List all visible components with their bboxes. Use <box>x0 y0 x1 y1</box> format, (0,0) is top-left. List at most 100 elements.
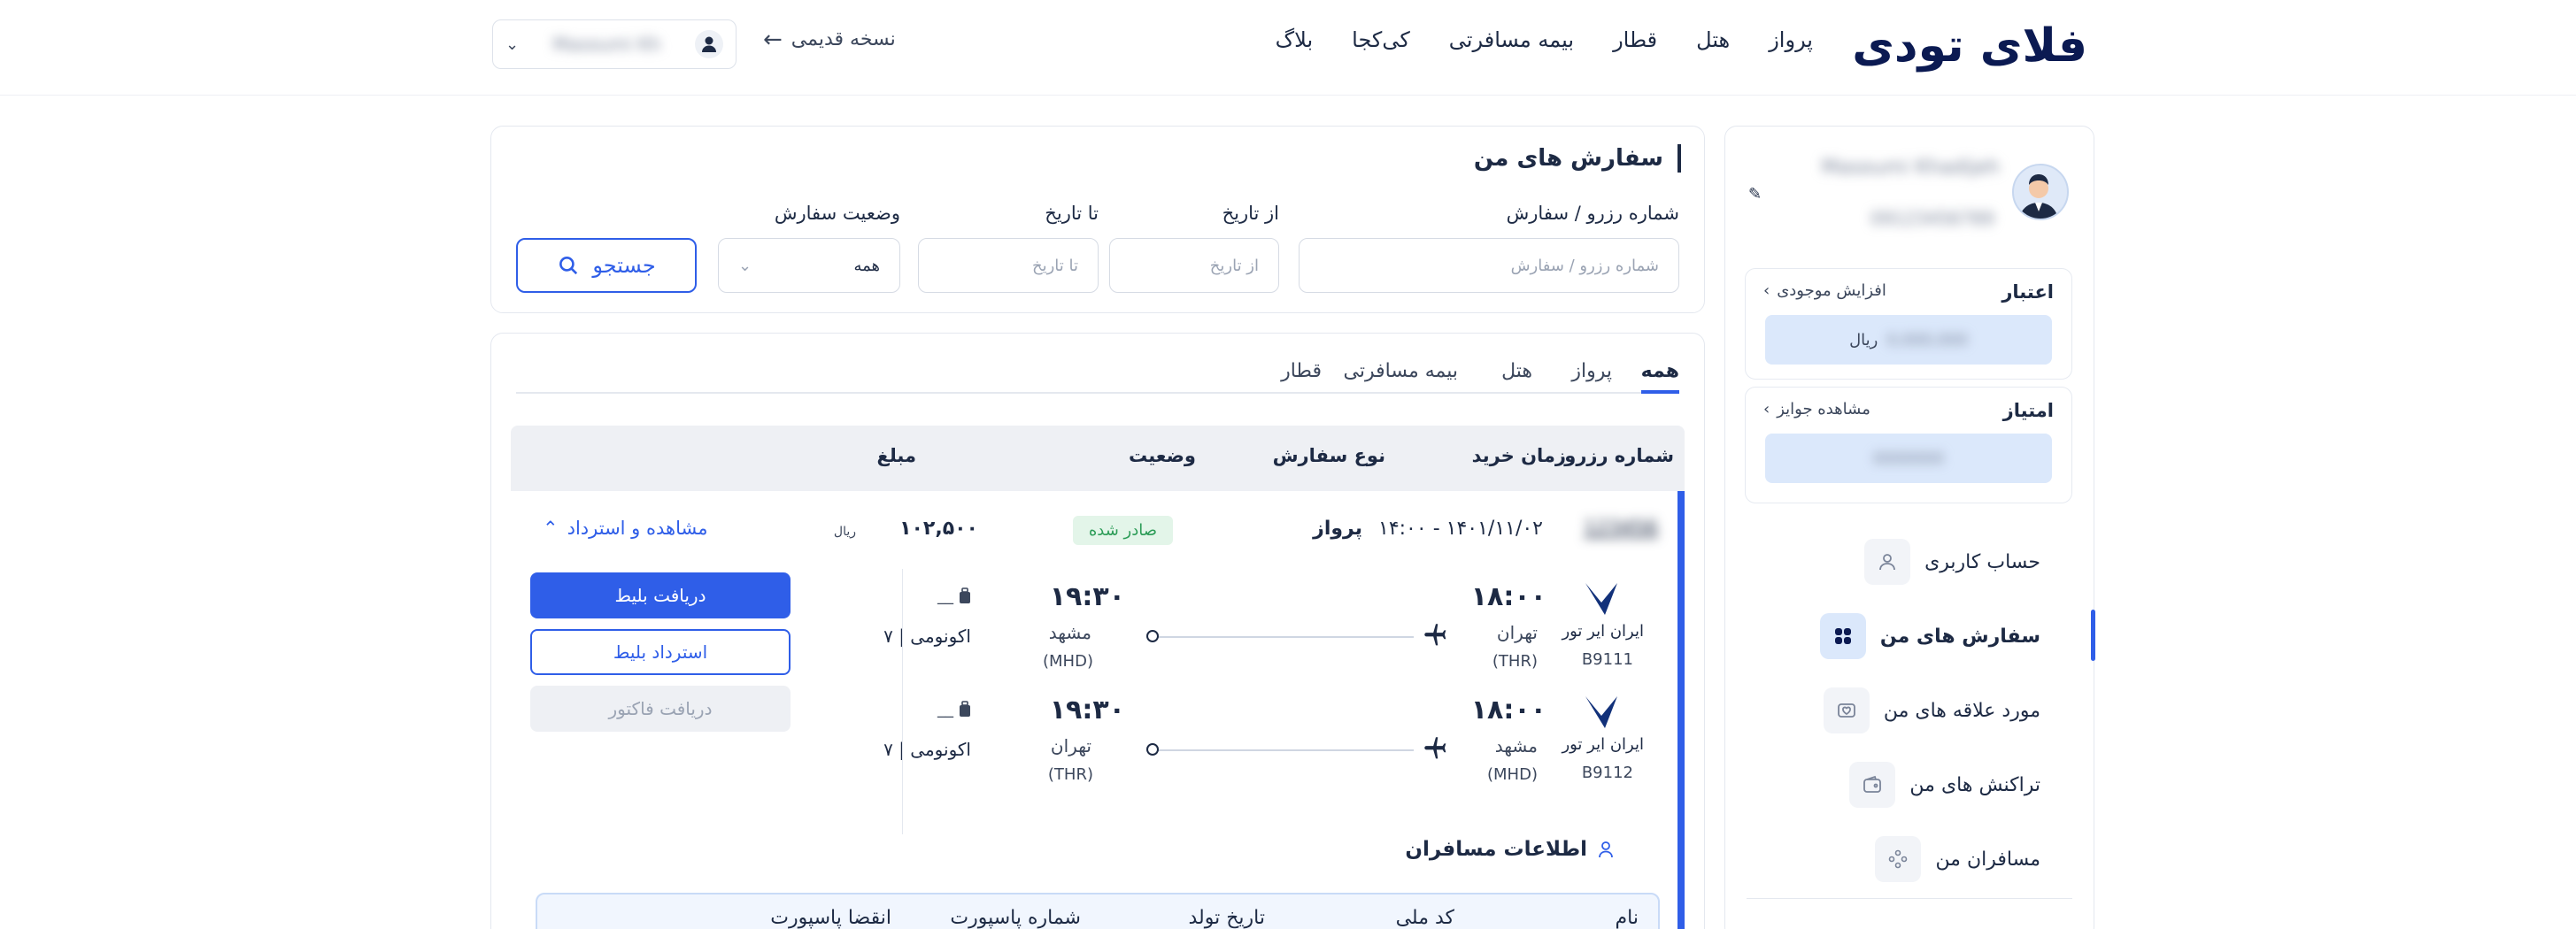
nav-flight[interactable]: پرواز <box>1769 25 1813 55</box>
sidebar-item-favorites[interactable]: مورد علاقه های من <box>1823 687 2040 733</box>
airline-name: ایران ایر تور <box>1562 735 1644 754</box>
get-ticket-button[interactable]: دریافت بلیط <box>530 572 791 618</box>
tab-insurance[interactable]: بیمه مسافرتی <box>1344 355 1459 394</box>
order-number-input[interactable]: شماره رزرو / سفارش <box>1299 238 1679 293</box>
points-title: امتیاز <box>2002 400 2054 421</box>
status-badge: صادر شده <box>1072 516 1173 545</box>
order-type-tabs: همه پرواز هتل بیمه مسافرتی قطار <box>516 355 1679 394</box>
favorites-icon <box>1823 687 1870 733</box>
increase-credit-label: افزایش موجودی <box>1777 281 1886 300</box>
order-status-select[interactable]: همه ⌄ <box>718 238 900 293</box>
active-indicator <box>2091 610 2095 661</box>
points-card: امتیاز مشاهده جوایز › 0000000 <box>1745 387 2072 503</box>
nav-blog[interactable]: بلاگ <box>1276 25 1313 55</box>
nav-kikoja[interactable]: کی‌کجا <box>1352 25 1410 55</box>
to-date-input[interactable]: تا تاریخ <box>918 238 1099 293</box>
baggage-info: __ <box>937 700 971 718</box>
departure-code: (THR) <box>1492 652 1538 671</box>
avatar <box>2012 164 2069 220</box>
view-and-refund-label: مشاهده و استرداد <box>567 518 708 539</box>
route-line <box>1157 749 1414 751</box>
airline-logo <box>1585 583 1617 615</box>
view-and-refund-toggle[interactable]: مشاهده و استرداد ⌃ <box>543 518 707 539</box>
user-icon <box>1599 841 1613 858</box>
col-name: نام <box>1615 907 1639 929</box>
wallet-icon <box>1849 762 1896 808</box>
orders-table-header: شماره رزرو زمان خرید نوع سفارش وضعیت مبل… <box>511 426 1685 491</box>
actions-divider <box>902 569 903 834</box>
currency-unit: ریال <box>833 525 856 539</box>
airline-logo <box>1585 696 1617 728</box>
user-menu-dropdown[interactable]: Masoumi Kh ⌄ <box>492 19 737 69</box>
user-icon <box>695 30 723 58</box>
edit-icon[interactable]: ✎ <box>1748 185 1762 203</box>
sidebar-item-label: سفارش های من <box>1879 625 2040 648</box>
baggage-allowance: __ <box>937 700 953 718</box>
user-name: Masoumi Kh <box>552 34 661 55</box>
sidebar-item-label: حساب کاربری <box>1924 550 2040 573</box>
reservation-number[interactable]: 123456 <box>1584 518 1658 540</box>
col-passport-number: شماره پاسپورت <box>950 907 1081 929</box>
arrival-code: (THR) <box>1047 765 1093 784</box>
chevron-down-icon: ⌄ <box>505 35 520 54</box>
route-end-dot <box>1146 630 1159 642</box>
search-icon <box>559 257 578 275</box>
luggage-icon <box>960 587 970 603</box>
order-status-value: همه <box>853 256 880 275</box>
chevron-down-icon: ⌄ <box>738 256 752 275</box>
user-icon <box>1864 539 1911 585</box>
sidebar-item-transactions[interactable]: تراکنش های من <box>1849 762 2040 808</box>
arrival-code: (MHD) <box>1043 652 1093 671</box>
order-type: پرواز <box>1313 518 1362 540</box>
old-version-link[interactable]: نسخه قدیمی ← <box>763 25 896 55</box>
tab-flight[interactable]: پرواز <box>1571 355 1612 394</box>
old-version-label: نسخه قدیمی <box>791 28 896 50</box>
nav-hotel[interactable]: هتل <box>1696 25 1730 55</box>
departure-time: ۱۸:۰۰ <box>1470 581 1546 612</box>
divider <box>1747 898 2072 899</box>
view-rewards-label: مشاهده جوایز <box>1777 400 1870 418</box>
order-row-accent <box>1677 491 1685 929</box>
refund-ticket-button[interactable]: استرداد بلیط <box>530 629 791 675</box>
to-date-label: تا تاریخ <box>1045 203 1099 224</box>
departure-code: (MHD) <box>1487 765 1538 784</box>
from-date-input[interactable]: از تاریخ <box>1109 238 1279 293</box>
col-status: وضعیت <box>1128 445 1196 466</box>
view-rewards-link[interactable]: مشاهده جوایز › <box>1763 400 1870 418</box>
credit-unit: ریال <box>1849 330 1878 349</box>
points-value: 0000000 <box>1872 449 1945 468</box>
tab-hotel[interactable]: هتل <box>1501 355 1532 394</box>
passengers-title: اطلاعات مسافران <box>1405 838 1587 861</box>
sidebar-item-passengers[interactable]: مسافران من <box>1875 836 2040 882</box>
sidebar-item-label: مورد علاقه های من <box>1883 699 2040 722</box>
increase-credit-link[interactable]: افزایش موجودی › <box>1763 281 1886 300</box>
departure-time: ۱۸:۰۰ <box>1470 695 1546 726</box>
nav-insurance[interactable]: بیمه مسافرتی <box>1449 25 1574 55</box>
sidebar-item-account[interactable]: حساب کاربری <box>1864 539 2040 585</box>
order-amount: ۱۰۲,۵۰۰ <box>899 518 978 540</box>
passengers-section-title: اطلاعات مسافران <box>1405 838 1614 861</box>
col-birth-date: تاریخ تولد <box>1188 907 1265 929</box>
page-title: سفارش های من <box>1474 144 1681 173</box>
search-button[interactable]: جستجو <box>516 238 697 293</box>
get-invoice-button[interactable]: دریافت فاکتور <box>530 686 791 732</box>
arrival-time: ۱۹:۳۰ <box>1049 581 1125 612</box>
credit-title: اعتبار <box>2001 281 2054 303</box>
col-national-code: کد ملی <box>1395 907 1454 929</box>
tab-train[interactable]: قطار <box>1281 355 1322 394</box>
orders-list-panel: همه پرواز هتل بیمه مسافرتی قطار شماره رز… <box>490 333 1705 929</box>
sidebar-item-label: تراکنش های من <box>1909 773 2040 796</box>
tab-all[interactable]: همه <box>1640 355 1679 394</box>
airline-name: ایران ایر تور <box>1562 622 1644 641</box>
departure-city: تهران <box>1496 622 1538 643</box>
order-number-label: شماره رزرو / سفارش <box>1506 203 1679 224</box>
purchase-time: ۱۴۰۱/۱۱/۰۲ - ۱۴:۰۰ <box>1378 518 1543 540</box>
route-line <box>1157 636 1414 638</box>
plane-icon <box>1424 737 1446 759</box>
sidebar-item-orders[interactable]: سفارش های من <box>1819 613 2040 659</box>
passengers-table-header: نام کد ملی تاریخ تولد شماره پاسپورت انقض… <box>536 893 1660 929</box>
arrival-city: تهران <box>1050 735 1091 756</box>
col-passport-expiry: انقضا پاسپورت <box>770 907 891 929</box>
site-logo[interactable]: فلای تودی <box>1852 18 2088 74</box>
nav-train[interactable]: قطار <box>1613 25 1657 55</box>
